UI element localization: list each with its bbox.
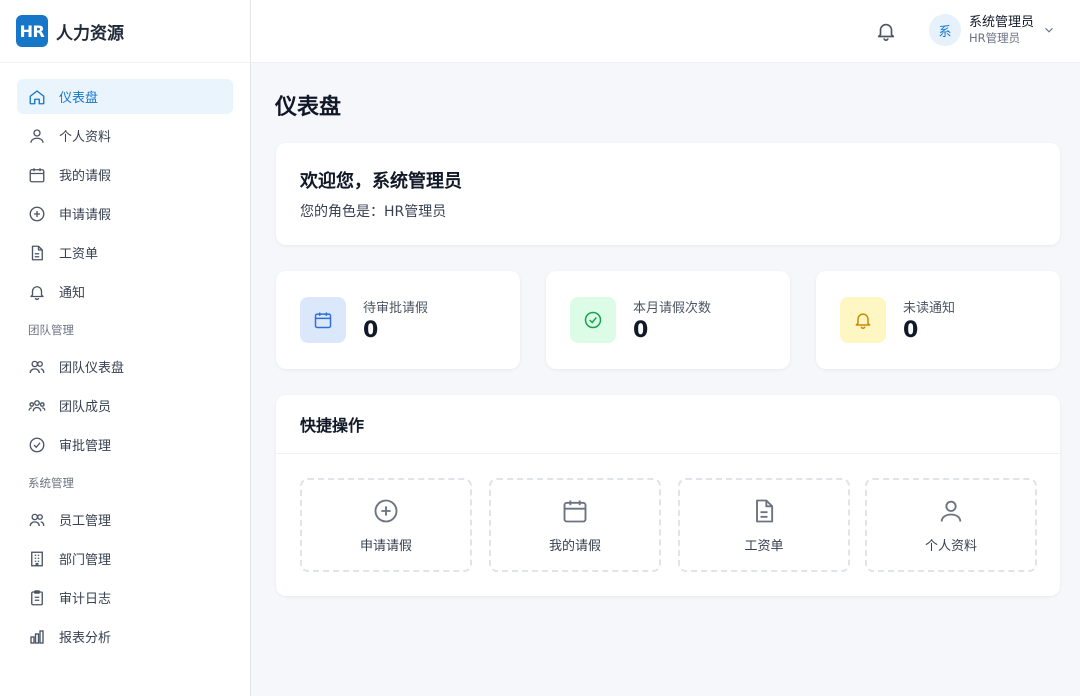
plus-circle-icon [374,499,398,522]
stat-card-pending-leave: 待审批请假 0 [276,271,520,369]
brand-logo: HR [16,15,48,47]
quick-actions-title: 快捷操作 [276,395,1060,454]
bell-icon [28,283,46,301]
quick-action-label: 个人资料 [924,538,977,554]
sidebar-item-label: 通知 [59,286,86,301]
stat-icon-box [300,297,346,343]
stat-label: 待审批请假 [363,301,429,316]
sidebar-item-team-members[interactable]: 团队成员 [17,388,233,423]
top-header: 系 系统管理员 HR管理员 [251,0,1080,63]
stat-icon-box [570,297,616,343]
sidebar-item-label: 团队成员 [59,400,112,415]
quick-actions-card: 快捷操作 申请请假 我的请假 工资单 个人资料 [276,395,1060,596]
sidebar-item-apply-leave[interactable]: 申请请假 [17,196,233,231]
sidebar-item-label: 审批管理 [59,439,112,454]
document-icon [756,499,774,522]
notification-bell-button[interactable] [875,20,897,42]
clipboard-icon [28,589,46,607]
quick-action-profile[interactable]: 个人资料 [865,478,1037,572]
quick-action-payslip[interactable]: 工资单 [678,478,850,572]
plus-circle-icon [28,205,46,223]
home-icon [28,88,46,106]
sidebar-item-reports[interactable]: 报表分析 [17,619,233,654]
bell-icon [877,23,895,41]
stat-card-monthly-leave: 本月请假次数 0 [546,271,790,369]
bar-chart-icon [28,628,46,646]
calendar-icon [28,166,46,184]
brand[interactable]: HR 人力资源 [0,0,250,63]
stat-value: 0 [633,318,649,343]
avatar: 系 [929,14,961,46]
nav-section-system: 系统管理 [28,476,74,490]
users-icon [28,511,46,529]
sidebar-item-label: 部门管理 [59,553,112,568]
calendar-icon [563,500,587,522]
group-icon [28,397,46,415]
user-icon [940,500,962,522]
sidebar-item-label: 仪表盘 [59,91,99,106]
document-icon [28,244,46,262]
quick-action-label: 申请请假 [359,538,412,554]
sidebar-item-label: 申请请假 [59,208,112,223]
brand-name: 人力资源 [56,23,124,44]
sidebar-item-audit-log[interactable]: 审计日志 [17,580,233,615]
sidebar-item-approvals[interactable]: 审批管理 [17,427,233,462]
calendar-icon [314,312,332,329]
sidebar-item-team-dashboard[interactable]: 团队仪表盘 [17,349,233,384]
building-icon [28,550,46,568]
sidebar-item-label: 工资单 [59,247,99,262]
stat-icon-box [840,297,886,343]
page-title: 仪表盘 [275,95,342,120]
stat-label: 本月请假次数 [633,301,712,316]
sidebar-item-label: 我的请假 [59,169,112,184]
sidebar: HR 人力资源 仪表盘 个人资料 我的请假 申请请假 工资单 通知 团队管理 团… [0,0,251,696]
sidebar-nav: 仪表盘 个人资料 我的请假 申请请假 工资单 通知 团队管理 团队仪表盘 团队成… [0,63,250,654]
sidebar-item-label: 员工管理 [59,514,112,529]
sidebar-item-departments[interactable]: 部门管理 [17,541,233,576]
sidebar-item-notifications[interactable]: 通知 [17,274,233,309]
users-icon [28,358,46,376]
sidebar-item-employees[interactable]: 员工管理 [17,502,233,537]
sidebar-item-dashboard[interactable]: 仪表盘 [17,79,233,114]
welcome-title: 欢迎您，系统管理员 [300,171,462,192]
stat-value: 0 [903,318,919,343]
sidebar-item-label: 审计日志 [59,592,112,607]
user-icon [28,127,46,145]
quick-action-label: 我的请假 [548,538,601,554]
bell-icon [855,313,871,330]
nav-section-team: 团队管理 [28,323,74,337]
user-name: 系统管理员 [969,14,1035,30]
sidebar-item-label: 报表分析 [59,631,112,646]
quick-action-my-leave[interactable]: 我的请假 [489,478,661,572]
user-menu[interactable]: 系 系统管理员 HR管理员 [929,14,1056,46]
sidebar-item-profile[interactable]: 个人资料 [17,118,233,153]
welcome-subtitle: 您的角色是：HR管理员 [300,204,447,220]
sidebar-item-label: 团队仪表盘 [59,361,125,376]
stat-label: 未读通知 [903,301,956,316]
stat-value: 0 [363,318,379,343]
check-circle-icon [584,311,602,329]
check-circle-icon [28,436,46,454]
sidebar-item-my-leave[interactable]: 我的请假 [17,157,233,192]
sidebar-item-label: 个人资料 [59,130,112,145]
main-content: 仪表盘 欢迎您，系统管理员 您的角色是：HR管理员 待审批请假 0 本月请假次数… [251,63,1080,696]
quick-action-apply-leave[interactable]: 申请请假 [300,478,472,572]
stat-card-unread-notifications: 未读通知 0 [816,271,1060,369]
sidebar-item-payslip[interactable]: 工资单 [17,235,233,270]
quick-action-label: 工资单 [744,538,784,554]
chevron-down-icon [1045,27,1053,33]
welcome-card: 欢迎您，系统管理员 您的角色是：HR管理员 [276,143,1060,245]
user-role: HR管理员 [969,30,1021,45]
